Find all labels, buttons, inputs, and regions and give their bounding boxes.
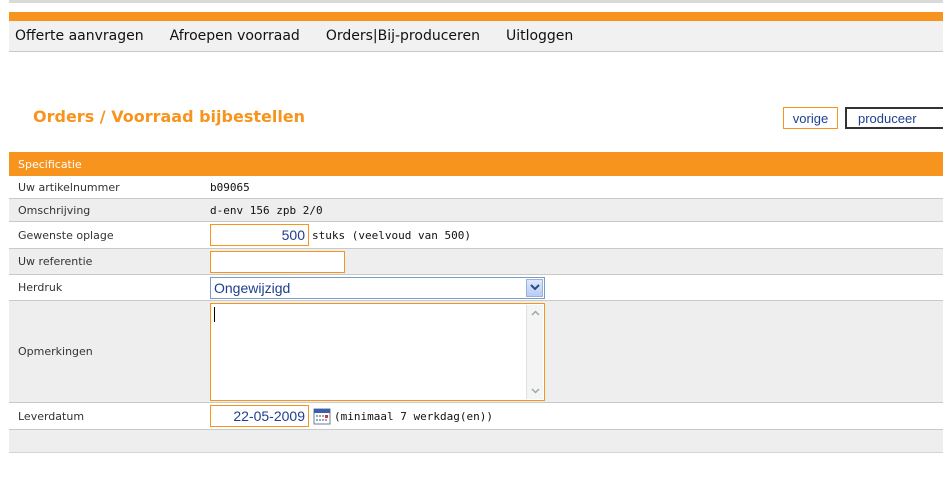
- row-reference: Uw referentie: [9, 249, 943, 275]
- text-caret: [214, 306, 215, 322]
- row-article: Uw artikelnummer b09065: [9, 176, 943, 199]
- main-nav: Offerte aanvragen Afroepen voorraad Orde…: [9, 21, 943, 52]
- quantity-input[interactable]: [210, 224, 309, 246]
- remarks-textarea[interactable]: [210, 302, 545, 401]
- reprint-label: Herdruk: [18, 281, 63, 294]
- article-label: Uw artikelnummer: [18, 180, 120, 194]
- nav-item-uitloggen[interactable]: Uitloggen: [506, 28, 573, 44]
- reprint-selected-value: Ongewijzigd: [214, 279, 291, 296]
- delivery-hint: (minimaal 7 werkdag(en)): [334, 409, 493, 423]
- delivery-label: Leverdatum: [18, 409, 85, 423]
- section-header: Specificatie: [9, 152, 943, 176]
- row-quantity: Gewenste oplage stuks (veelvoud van 500): [9, 222, 943, 249]
- back-button[interactable]: vorige: [783, 107, 838, 129]
- description-value: d-env 156 zpb 2/0: [210, 203, 323, 217]
- scroll-up-icon[interactable]: [527, 305, 543, 321]
- nav-item-offerte-aanvragen[interactable]: Offerte aanvragen: [15, 28, 144, 44]
- order-form: Specificatie Uw artikelnummer b09065 Oms…: [9, 152, 943, 453]
- remarks-label: Opmerkingen: [18, 345, 93, 358]
- row-delivery: Leverdatum (minimaal 7 werkdag(en)): [9, 403, 943, 430]
- article-value: b09065: [210, 180, 250, 194]
- delivery-date-input[interactable]: [210, 405, 309, 427]
- quantity-hint: stuks (veelvoud van 500): [312, 228, 471, 242]
- description-label: Omschrijving: [18, 203, 91, 217]
- chevron-down-icon[interactable]: [526, 278, 543, 297]
- nav-item-afroepen-voorraad[interactable]: Afroepen voorraad: [170, 28, 300, 44]
- header-accent-bar: [9, 12, 943, 21]
- produce-button[interactable]: produceer: [845, 107, 943, 129]
- row-remarks: Opmerkingen: [9, 301, 943, 403]
- row-description: Omschrijving d-env 156 zpb 2/0: [9, 199, 943, 222]
- nav-item-orders-bij-produceren[interactable]: Orders|Bij-produceren: [326, 28, 480, 44]
- calendar-icon[interactable]: [313, 407, 331, 425]
- scroll-down-icon[interactable]: [527, 383, 543, 399]
- form-footer: [9, 430, 943, 453]
- quantity-label: Gewenste oplage: [18, 228, 114, 242]
- reprint-select[interactable]: Ongewijzigd: [210, 276, 545, 299]
- reference-label: Uw referentie: [18, 255, 93, 268]
- row-reprint: Herdruk Ongewijzigd: [9, 275, 943, 301]
- page-title: Orders / Voorraad bijbestellen: [33, 107, 306, 126]
- remarks-scrollbar[interactable]: [526, 304, 543, 399]
- reference-input[interactable]: [210, 250, 345, 273]
